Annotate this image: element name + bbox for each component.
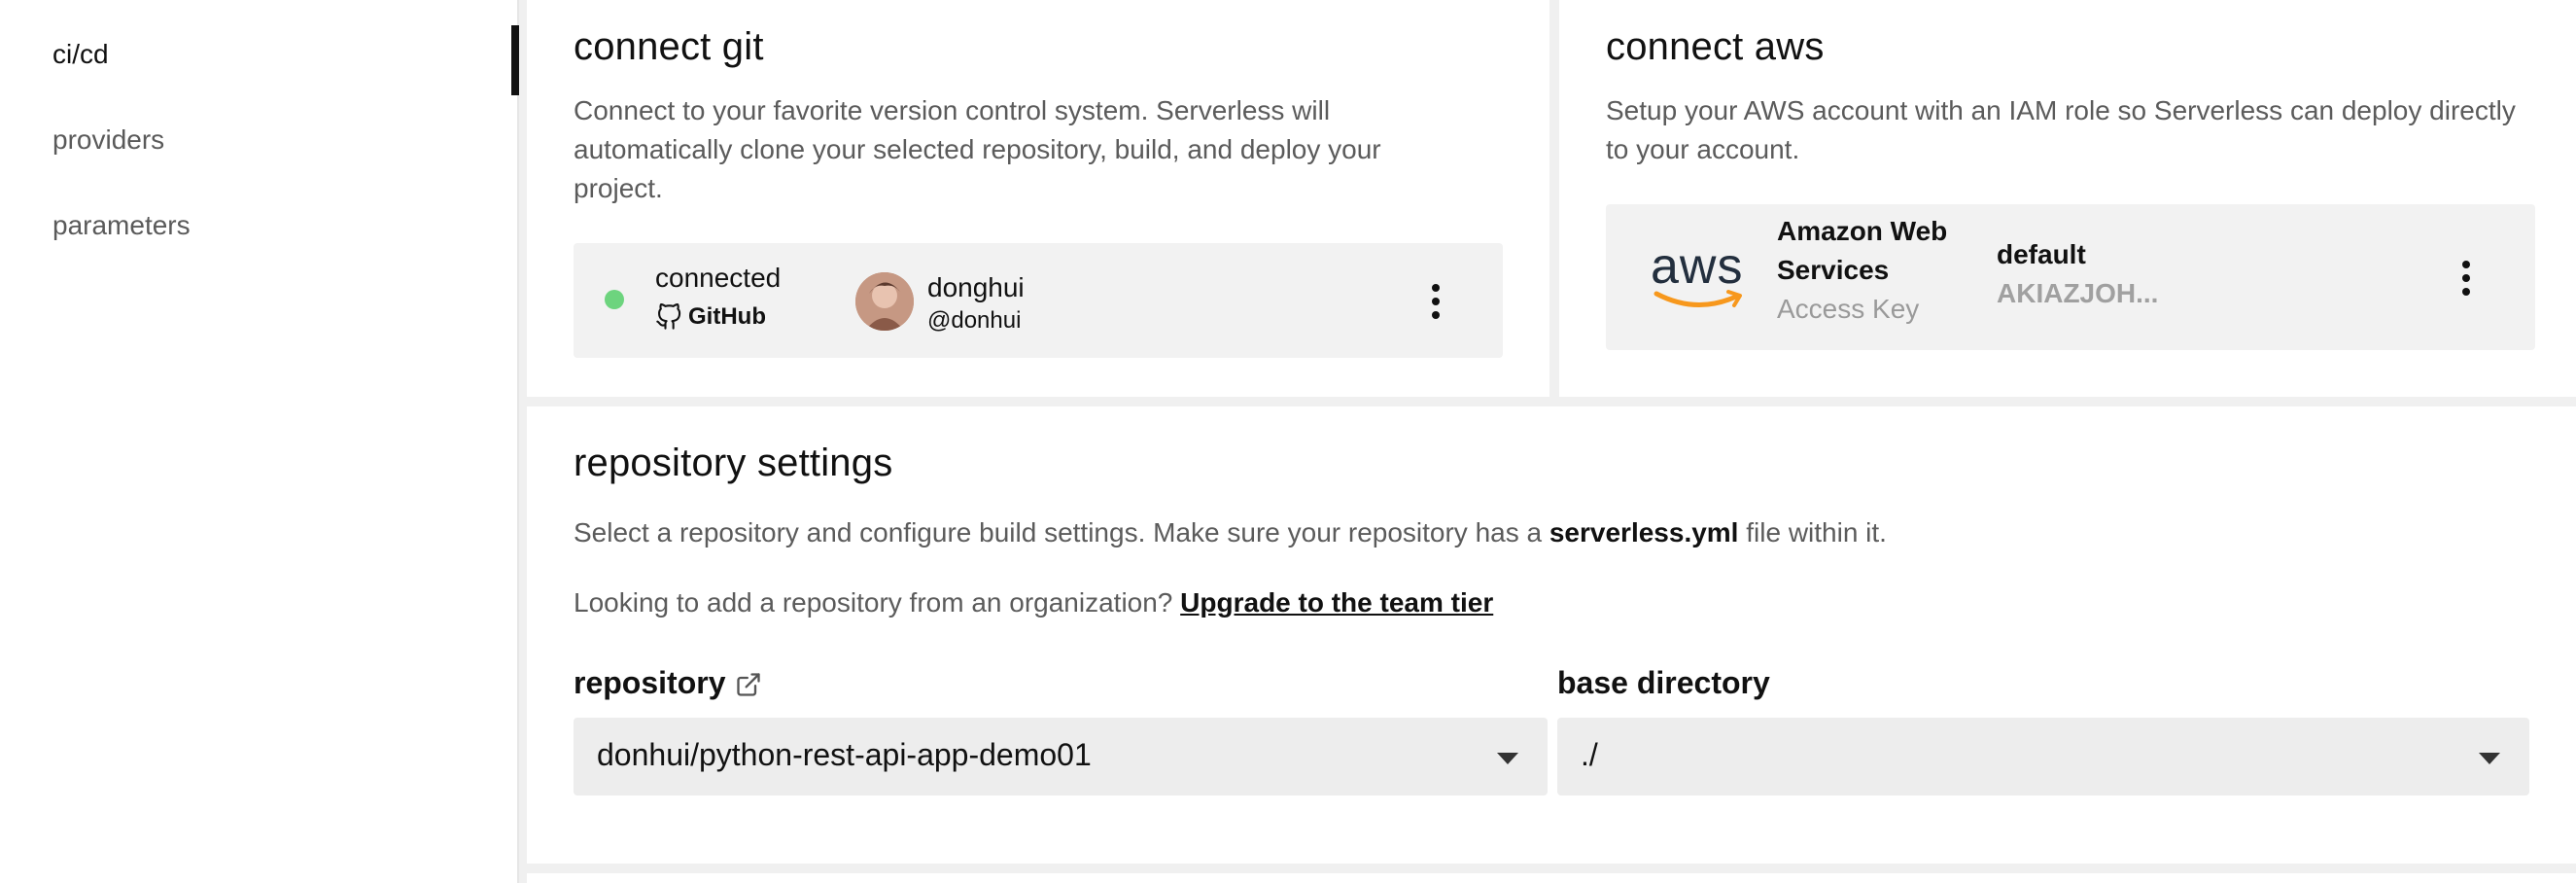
git-connection-box: connected GitHub donghui @donhui <box>574 243 1503 358</box>
connect-git-description: Connect to your favorite version control… <box>574 95 1381 203</box>
external-link-icon[interactable] <box>735 670 762 697</box>
aws-connection-box: aws Amazon Web Services Access Key defau… <box>1606 204 2535 350</box>
aws-profile-name: default <box>1997 239 2086 269</box>
avatar <box>855 272 914 331</box>
sidebar-item-providers[interactable]: providers <box>52 124 164 156</box>
base-directory-select-value: ./ <box>1581 737 1598 772</box>
org-prefix: Looking to add a repository from an orga… <box>574 587 1181 618</box>
repository-settings-description: Select a repository and configure build … <box>574 513 1887 552</box>
github-icon <box>655 303 682 331</box>
repository-label: repository <box>574 665 762 701</box>
aws-access-key: AKIAZJOH... <box>1997 278 2159 308</box>
provider-row: GitHub <box>655 303 766 331</box>
chevron-down-icon <box>1497 753 1518 764</box>
aws-service-line1: Amazon Web <box>1777 216 1948 246</box>
base-directory-select[interactable]: ./ <box>1557 718 2529 795</box>
sidebar-item-cicd[interactable]: ci/cd <box>52 39 109 70</box>
repository-label-text: repository <box>574 665 726 700</box>
aws-credential-type: Access Key <box>1777 294 1920 324</box>
aws-logo-icon: aws <box>1651 241 1748 319</box>
connection-status: connected <box>655 263 782 293</box>
serverless-yml-filename: serverless.yml <box>1549 517 1739 547</box>
repo-desc-prefix: Select a repository and configure build … <box>574 517 1549 547</box>
repository-settings-card: repository settings Select a repository … <box>527 406 2576 864</box>
repo-desc-suffix: file within it. <box>1738 517 1887 547</box>
sidebar-active-indicator <box>511 25 519 95</box>
connect-git-card: connect git Connect to your favorite ver… <box>527 0 1549 397</box>
provider-name: GitHub <box>688 303 766 330</box>
connect-aws-card: connect aws Setup your AWS account with … <box>1559 0 2576 397</box>
repository-select[interactable]: donhui/python-rest-api-app-demo01 <box>574 718 1548 795</box>
connect-aws-description: Setup your AWS account with an IAM role … <box>1606 95 2516 164</box>
sidebar-item-parameters[interactable]: parameters <box>52 210 191 241</box>
upgrade-team-tier-link[interactable]: Upgrade to the team tier <box>1180 587 1493 618</box>
next-card-edge <box>527 873 2576 883</box>
repository-select-value: donhui/python-rest-api-app-demo01 <box>597 737 1092 772</box>
connect-aws-title: connect aws <box>1606 25 1825 68</box>
aws-service-line2: Services <box>1777 255 1890 285</box>
connect-git-title: connect git <box>574 25 764 68</box>
git-user-name: donghui <box>927 272 1025 302</box>
git-user-handle: @donhui <box>927 307 1022 334</box>
aws-logo-text: aws <box>1651 238 1744 295</box>
repository-settings-title: repository settings <box>574 442 893 484</box>
base-directory-label: base directory <box>1557 665 1770 700</box>
aws-more-menu-icon[interactable] <box>2452 255 2481 301</box>
git-more-menu-icon[interactable] <box>1421 278 1450 325</box>
status-connected-dot <box>605 290 624 309</box>
organization-upgrade-text: Looking to add a repository from an orga… <box>574 583 1493 622</box>
chevron-down-icon <box>2479 753 2500 764</box>
sidebar: ci/cd providers parameters <box>0 0 519 883</box>
